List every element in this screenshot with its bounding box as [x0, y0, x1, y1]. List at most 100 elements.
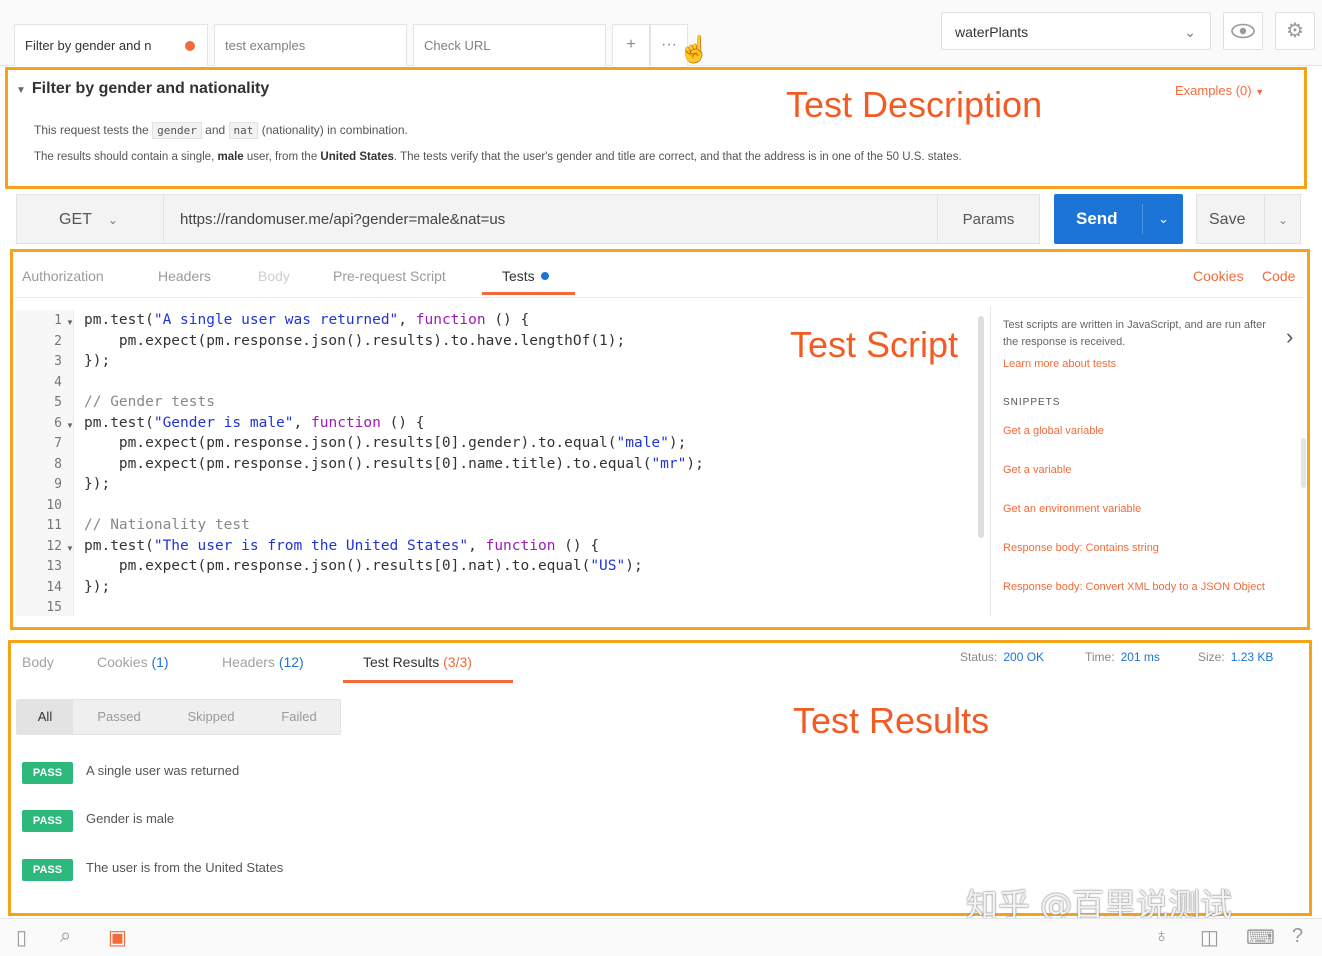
line-number: 15	[46, 600, 62, 615]
save-divider	[1264, 195, 1265, 243]
snippet-item[interactable]: Response body: Contains string	[1003, 540, 1283, 557]
search-icon[interactable]: ⌕	[60, 925, 71, 948]
line-number: 4	[54, 375, 62, 390]
send-label: Send	[1076, 209, 1118, 228]
code-line-14[interactable]: });	[84, 579, 110, 595]
test-result-text: Gender is male	[86, 811, 175, 826]
test-result-text: A single user was returned	[86, 763, 240, 778]
code-line-11[interactable]: // Nationality test	[84, 517, 250, 533]
description-text: user, from the	[246, 151, 318, 163]
size-readout: Size: 1.23 KB	[1198, 650, 1273, 664]
url-input[interactable]	[164, 194, 938, 244]
request-tab-test-examples[interactable]: test examples	[214, 24, 407, 66]
fold-arrow-icon[interactable]: ▼	[66, 544, 74, 553]
chevron-right-icon[interactable]: ›	[1286, 324, 1293, 350]
help-icon[interactable]: ?	[1292, 925, 1303, 948]
code-link[interactable]: Code	[1262, 268, 1295, 284]
filter-skipped-button[interactable]: Skipped	[169, 700, 253, 734]
snippet-item[interactable]: Get an environment variable	[1003, 501, 1283, 518]
editor-scrollbar[interactable]	[978, 316, 984, 538]
environment-quick-look-button[interactable]	[1223, 12, 1263, 50]
tab-body[interactable]: Body	[258, 268, 290, 284]
send-divider	[1142, 204, 1143, 234]
response-tab-label: Cookies	[97, 654, 148, 670]
tab-pre-request-script[interactable]: Pre-request Script	[333, 268, 446, 284]
fold-arrow-icon[interactable]: ▼	[66, 318, 74, 327]
filter-failed-button[interactable]: Failed	[263, 700, 335, 734]
description-text: The results should contain a single,	[34, 151, 215, 163]
line-number: 7	[54, 436, 62, 451]
snippets-divider	[990, 306, 991, 616]
send-button[interactable]: Send ⌄	[1054, 194, 1183, 244]
active-tab-underline	[343, 680, 513, 683]
caret-down-icon: ▼	[1255, 87, 1265, 97]
chevron-down-icon[interactable]: ⌄	[1278, 195, 1288, 245]
snippet-item[interactable]: Get a variable	[1003, 462, 1283, 479]
chevron-down-icon[interactable]: ⌄	[1158, 194, 1169, 244]
request-title[interactable]: ▼ Filter by gender and nationality	[16, 80, 269, 98]
keyboard-icon[interactable]: ⌨	[1246, 925, 1275, 950]
response-tab-headers[interactable]: Headers (12)	[222, 654, 304, 670]
status-readout: Status: 200 OK	[960, 650, 1044, 664]
snippet-item[interactable]: Response body: Convert XML body to a JSO…	[1003, 579, 1283, 596]
response-tab-count: (3/3)	[443, 654, 472, 670]
code-line-12[interactable]: pm.test("The user is from the United Sta…	[84, 538, 599, 554]
method-label: GET	[59, 211, 92, 228]
params-button[interactable]: Params	[937, 194, 1040, 244]
response-tab-label: Test Results	[363, 654, 440, 670]
save-label: Save	[1209, 211, 1246, 228]
snippets-scrollbar[interactable]	[1301, 438, 1306, 488]
bulb-icon[interactable]: ♁	[1154, 925, 1169, 948]
new-tab-button[interactable]: +	[612, 24, 650, 66]
response-tab-count: (1)	[151, 654, 169, 670]
pass-badge: PASS	[22, 859, 73, 881]
examples-dropdown[interactable]: Examples (0) ▼	[1175, 83, 1264, 98]
status-bar	[0, 918, 1322, 956]
code-chip: gender	[152, 122, 202, 139]
environment-settings-button[interactable]: ⚙	[1275, 12, 1315, 50]
description-bold: United States	[320, 151, 394, 163]
description-text: This request tests the	[34, 123, 149, 137]
tab-authorization[interactable]: Authorization	[22, 268, 104, 284]
sidebar-toggle-icon[interactable]: ▯	[16, 925, 27, 950]
code-line-2[interactable]: pm.expect(pm.response.json().results).to…	[84, 333, 625, 349]
code-line-1[interactable]: pm.test("A single user was returned", fu…	[84, 312, 529, 328]
test-results-callout: Test Results	[793, 700, 990, 741]
snippet-item[interactable]: Get a global variable	[1003, 423, 1283, 440]
code-chip: nat	[228, 122, 259, 139]
request-tab-check-url[interactable]: Check URL	[413, 24, 606, 66]
tab-tests[interactable]: Tests	[502, 268, 549, 284]
filter-all-button[interactable]: All	[17, 700, 73, 734]
response-tab-test-results[interactable]: Test Results (3/3)	[363, 654, 472, 670]
environment-select[interactable]: waterPlants ⌄	[941, 12, 1211, 50]
line-number: 9	[54, 477, 62, 492]
unsaved-indicator-icon	[185, 41, 195, 51]
test-result-text: The user is from the United States	[86, 860, 284, 875]
test-description-callout: Test Description	[786, 84, 1043, 125]
active-tab-underline	[482, 292, 575, 295]
time-label: Time:	[1085, 650, 1115, 664]
fold-arrow-icon[interactable]: ▼	[66, 421, 74, 430]
request-tab-filter[interactable]: Filter by gender and n	[14, 24, 208, 66]
code-line-6[interactable]: pm.test("Gender is male", function () {	[84, 415, 425, 431]
save-button[interactable]: Save ⌄	[1196, 194, 1301, 244]
code-line-8[interactable]: pm.expect(pm.response.json().results[0].…	[84, 456, 704, 472]
console-icon[interactable]: ▣	[108, 925, 127, 950]
request-title-text: Filter by gender and nationality	[31, 80, 270, 97]
method-select[interactable]: GET ⌄	[16, 194, 164, 244]
code-line-3[interactable]: });	[84, 353, 110, 369]
response-tab-body[interactable]: Body	[22, 654, 54, 670]
filter-passed-button[interactable]: Passed	[79, 700, 159, 734]
code-line-9[interactable]: });	[84, 476, 110, 492]
code-line-5[interactable]: // Gender tests	[84, 394, 215, 410]
tab-headers[interactable]: Headers	[158, 268, 211, 284]
code-line-13[interactable]: pm.expect(pm.response.json().results[0].…	[84, 558, 643, 574]
code-line-7[interactable]: pm.expect(pm.response.json().results[0].…	[84, 435, 686, 451]
response-tab-cookies[interactable]: Cookies (1)	[97, 654, 169, 670]
two-pane-icon[interactable]: ◫	[1200, 925, 1219, 950]
learn-more-link[interactable]: Learn more about tests	[1003, 356, 1283, 373]
cookies-link[interactable]: Cookies	[1193, 268, 1244, 284]
eye-icon	[1231, 23, 1255, 39]
tabs-divider	[14, 297, 1304, 298]
tab-tests-label: Tests	[502, 268, 535, 284]
